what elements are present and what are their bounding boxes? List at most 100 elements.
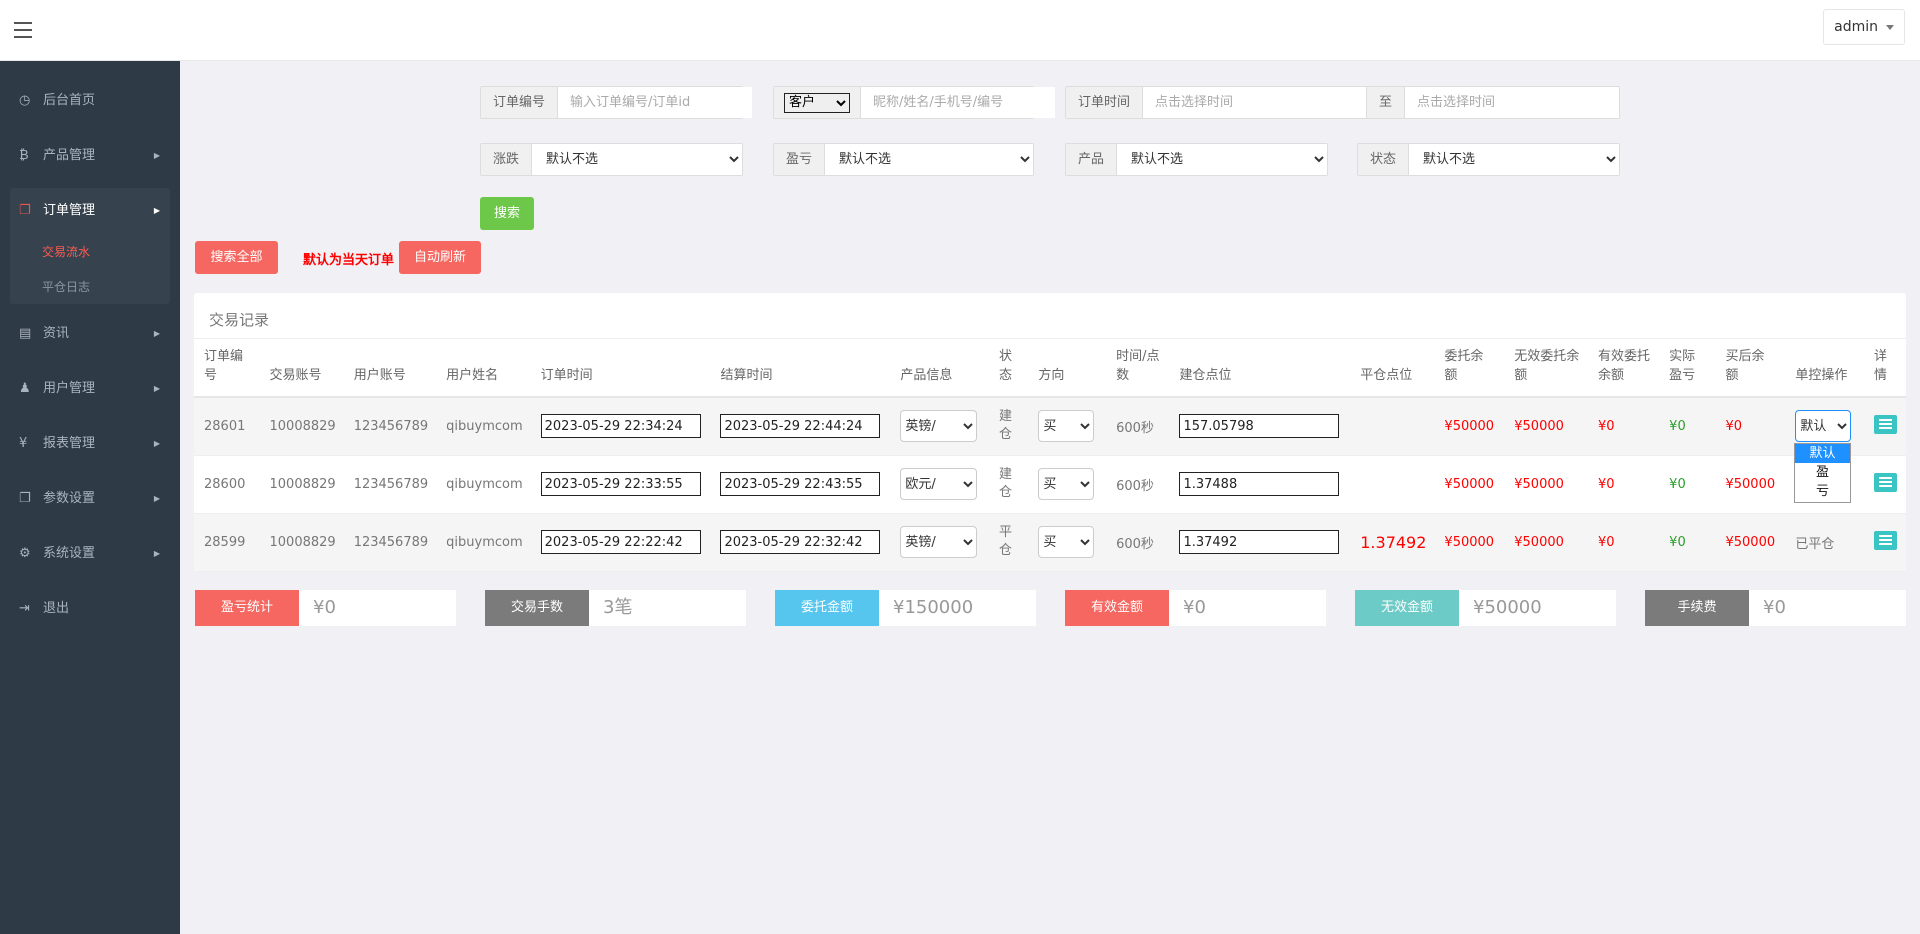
stat-fee: 手续费 ¥0 — [1645, 590, 1906, 626]
caret-right-icon: ▶ — [153, 549, 160, 558]
direction-select[interactable]: 买 — [1038, 468, 1095, 500]
col-header: 用户账号 — [343, 339, 437, 398]
dropdown-option[interactable]: 盈 — [1795, 463, 1850, 482]
sidebar-item-news[interactable]: ▤ 资讯 ▶ — [0, 314, 180, 354]
sidebar-item-users[interactable]: ♟ 用户管理 ▶ — [0, 369, 180, 409]
rise-filter: 涨跌 默认不选 — [480, 143, 743, 176]
order-time-field[interactable] — [540, 472, 701, 496]
order-time-end-input[interactable] — [1405, 87, 1619, 118]
order-time-filter: 订单时间 — [1065, 86, 1368, 119]
product-select[interactable]: 欧元/ — [900, 468, 978, 500]
open-price-field[interactable] — [1179, 530, 1340, 554]
col-header: 建仓点位 — [1169, 339, 1351, 398]
order-no-input[interactable] — [558, 87, 753, 118]
detail-icon[interactable] — [1873, 472, 1897, 492]
table-header-row: 订单编号 交易账号 用户账号 用户姓名 订单时间 结算时间 产品信息 状态 方向… — [194, 339, 1906, 398]
trade-records-card: 交易记录 订单编号 交易账号 用户账号 用户姓名 订单时间 结算时间 产品信息 — [194, 293, 1906, 572]
col-header: 有效委托余额 — [1588, 339, 1660, 398]
order-time-start-input[interactable] — [1143, 87, 1367, 118]
dropdown-option[interactable]: 默认 — [1795, 444, 1850, 463]
col-header: 方向 — [1028, 339, 1107, 398]
col-header: 交易账号 — [259, 339, 344, 398]
col-header: 状态 — [989, 339, 1029, 398]
product-select[interactable]: 默认不选 — [1117, 144, 1327, 175]
settle-time-field[interactable] — [720, 414, 881, 439]
col-header: 用户姓名 — [436, 339, 531, 398]
caret-right-icon: ▶ — [153, 151, 160, 160]
open-price-field[interactable] — [1179, 472, 1340, 496]
customer-type-select[interactable]: 客户 — [784, 92, 850, 113]
col-header: 单控操作 — [1785, 339, 1864, 398]
direction-select[interactable]: 买 — [1038, 410, 1095, 443]
product-select[interactable]: 英镑/ — [900, 410, 978, 443]
order-time-end-filter: 至 — [1366, 86, 1620, 119]
caret-right-icon: ▶ — [153, 329, 160, 338]
dropdown-option[interactable]: 亏 — [1795, 482, 1850, 501]
product-filter: 产品 默认不选 — [1065, 143, 1328, 176]
product-select[interactable]: 英镑/ — [900, 526, 978, 558]
main-content: 订单编号 客户 订单时间 至 涨跌 默认不选 盈亏 默认不选 产品 默认不选 状… — [180, 61, 1920, 934]
col-header: 订单编号 — [194, 339, 260, 398]
settle-time-field[interactable] — [720, 472, 881, 496]
stat-lots: 交易手数 3笔 — [485, 590, 746, 626]
sidebar-subitem-trade-flow[interactable]: 交易流水 — [42, 243, 90, 260]
sidebar-item-reports[interactable]: ¥ 报表管理 ▶ — [0, 424, 180, 464]
sidebar-subitem-close-log[interactable]: 平仓日志 — [42, 278, 90, 295]
customer-filter: 客户 — [773, 86, 1055, 119]
status-select[interactable]: 默认不选 — [1409, 144, 1619, 175]
stat-valid: 有效金额 ¥0 — [1065, 590, 1326, 626]
news-icon: ▤ — [19, 326, 32, 341]
control-select[interactable]: 默认 — [1795, 410, 1852, 443]
col-header: 产品信息 — [890, 339, 990, 398]
sidebar-item-home[interactable]: ◷ 后台首页 — [0, 81, 180, 121]
stat-profit: 盈亏统计 ¥0 — [195, 590, 456, 626]
direction-select[interactable]: 买 — [1038, 526, 1095, 558]
user-icon: ♟ — [19, 381, 31, 396]
caret-right-icon: ▶ — [153, 384, 160, 393]
table-row: 28601 10008829 123456789 qibuymcom 英镑/ 建… — [194, 397, 1906, 456]
stat-entrust: 委托金额 ¥150000 — [775, 590, 1036, 626]
sidebar-item-params[interactable]: ❐ 参数设置 ▶ — [0, 479, 180, 519]
caret-right-icon: ▶ — [153, 206, 160, 215]
control-dropdown-list: 默认 盈 亏 — [1794, 443, 1851, 503]
card-title: 交易记录 — [209, 311, 270, 329]
col-header: 委托余额 — [1434, 339, 1505, 398]
status-filter: 状态 默认不选 — [1357, 143, 1620, 176]
dashboard-icon: ◷ — [19, 93, 31, 108]
top-bar: admin — [0, 0, 1920, 61]
today-orders-note: 默认为当天订单 — [303, 253, 395, 268]
trade-records-table: 订单编号 交易账号 用户账号 用户姓名 订单时间 结算时间 产品信息 状态 方向… — [194, 339, 1906, 572]
col-header: 买后余额 — [1715, 339, 1786, 398]
profit-filter: 盈亏 默认不选 — [773, 143, 1034, 176]
rise-select[interactable]: 默认不选 — [532, 144, 742, 175]
auto-refresh-button[interactable]: 自动刷新 — [399, 241, 481, 274]
order-time-field[interactable] — [540, 414, 701, 439]
caret-right-icon: ▶ — [153, 439, 160, 448]
detail-icon[interactable] — [1873, 530, 1897, 550]
sidebar-item-system[interactable]: ⚙ 系统设置 ▶ — [0, 534, 180, 574]
order-time-field[interactable] — [540, 530, 701, 554]
gears-icon: ⚙ — [19, 546, 31, 561]
sidebar-item-logout[interactable]: ⇥ 退出 — [0, 589, 180, 629]
open-price-field[interactable] — [1179, 414, 1340, 439]
menu-toggle-icon[interactable] — [14, 22, 32, 38]
sidebar-item-products[interactable]: ₿ 产品管理 ▶ — [0, 136, 180, 176]
admin-dropdown[interactable]: admin — [1823, 9, 1905, 45]
search-button[interactable]: 搜索 — [480, 197, 534, 230]
sidebar: ◷ 后台首页 ₿ 产品管理 ▶ ❐ 订单管理 ▶ 交易流水 平仓日志 ▤ 资讯 … — [0, 61, 180, 934]
col-header: 平仓点位 — [1350, 339, 1435, 398]
logout-icon: ⇥ — [19, 601, 30, 616]
params-icon: ❐ — [19, 491, 31, 506]
search-all-button[interactable]: 搜索全部 — [195, 241, 278, 274]
col-header: 无效委托余额 — [1504, 339, 1588, 398]
detail-icon[interactable] — [1873, 414, 1897, 434]
stat-invalid: 无效金额 ¥50000 — [1355, 590, 1616, 626]
profit-select[interactable]: 默认不选 — [825, 144, 1033, 175]
caret-right-icon: ▶ — [153, 494, 160, 503]
sidebar-item-orders[interactable]: ❐ 订单管理 ▶ — [0, 191, 180, 231]
col-header: 时间/点数 — [1106, 339, 1170, 398]
table-row: 28600 10008829 123456789 qibuymcom 欧元/ 建… — [194, 455, 1906, 514]
table-row: 28599 10008829 123456789 qibuymcom 英镑/ 平… — [194, 513, 1906, 572]
settle-time-field[interactable] — [720, 530, 881, 554]
customer-search-input[interactable] — [861, 87, 1055, 118]
